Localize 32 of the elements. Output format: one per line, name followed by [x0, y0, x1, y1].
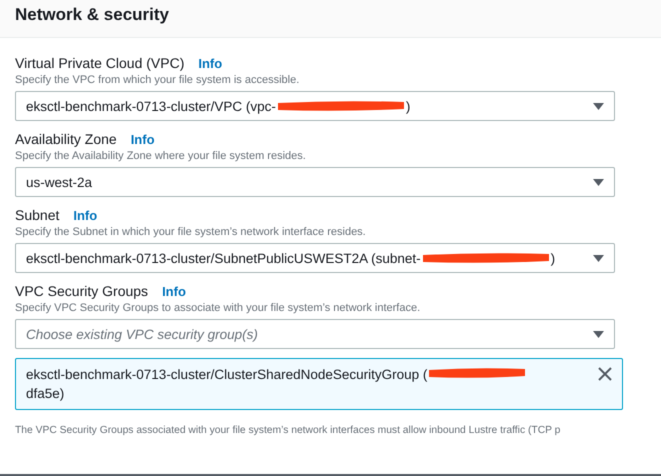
caret-icon [593, 254, 604, 262]
select-value: eksctl-benchmark-0713-cluster/SubnetPublicUSWEST2A (subnet- [26, 250, 421, 266]
select-placeholder: Choose existing VPC security group(s) [26, 326, 259, 342]
caret-icon [593, 178, 604, 186]
section-title: Network & security [15, 4, 170, 26]
field-description: Specify the Availability Zone where your file system resides. [15, 149, 307, 164]
select-field[interactable]: Choose existing VPC security group(s) [15, 319, 615, 349]
field-label: Subnet [15, 206, 60, 225]
field-label: Virtual Private Cloud (VPC) [15, 54, 184, 73]
select-value: us-west-2a [26, 174, 92, 190]
field-label: VPC Security Groups [15, 282, 148, 301]
info-link[interactable]: Info [162, 284, 186, 299]
field-description: Specify the Subnet in which your file system’s network interface resides. [15, 225, 367, 240]
info-link[interactable]: Info [130, 132, 155, 147]
caret-icon [593, 102, 604, 110]
help-note: The VPC Security Groups associated with your file system’s network interfaces must allow inbound Lustre traffic (TCP p [15, 425, 562, 436]
field-description: Specify the VPC from which your file system is accessible. [15, 73, 300, 88]
select-value: ) [550, 250, 556, 266]
select-value: eksctl-benchmark-0713-cluster/VPC (vpc- [26, 98, 276, 114]
close-icon [598, 367, 612, 381]
info-link[interactable]: Info [73, 208, 98, 223]
close-button[interactable] [596, 365, 614, 383]
caret-icon [593, 330, 604, 338]
select-field[interactable]: eksctl-benchmark-0713-cluster/VPC (vpc- ) [15, 91, 615, 121]
token-text: dfa5e) [26, 386, 64, 401]
token-text: eksctl-benchmark-0713-cluster/ClusterSharedNodeSecurityGroup ( [26, 367, 428, 382]
field-description: Specify VPC Security Groups to associate with your file system’s network interface. [15, 301, 422, 316]
info-link[interactable]: Info [198, 56, 222, 71]
field-label: Availability Zone [15, 130, 117, 149]
select-field[interactable]: us-west-2a [15, 167, 615, 197]
select-field[interactable]: eksctl-benchmark-0713-cluster/SubnetPublicUSWEST2A (subnet- ) [15, 243, 615, 273]
select-value: ) [406, 98, 410, 114]
